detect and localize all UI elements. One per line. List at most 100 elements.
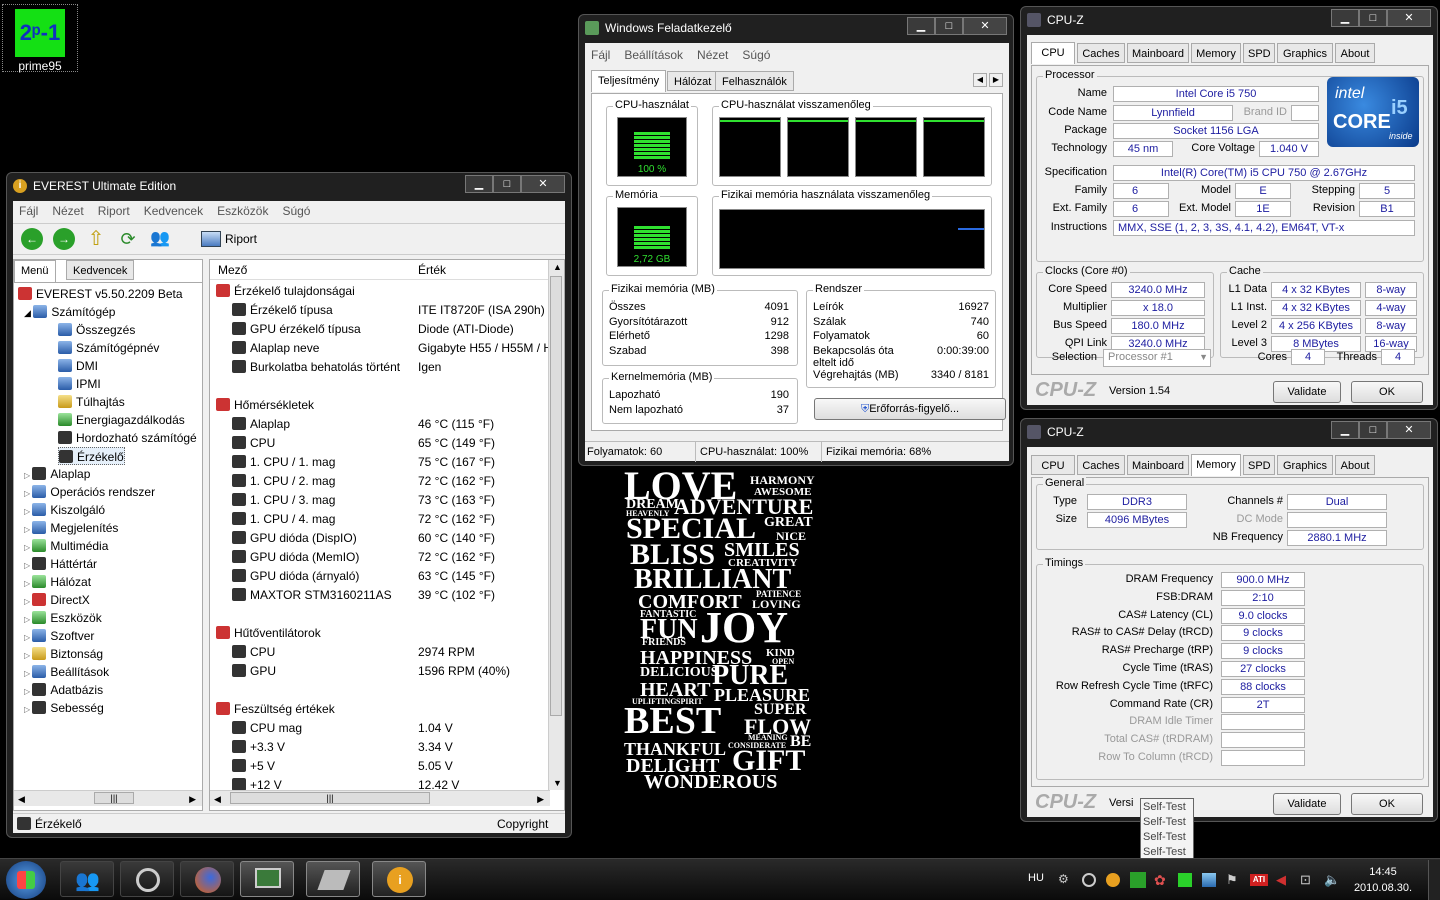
section-header[interactable]: Hűtőventilátorok: [210, 624, 550, 643]
maximize-button[interactable]: □: [493, 175, 521, 193]
tree-item-adatbazis[interactable]: ▷ Adatbázis: [24, 681, 103, 699]
maximize-button[interactable]: □: [1359, 421, 1387, 439]
tray-ati-icon[interactable]: ATI: [1250, 874, 1268, 886]
tray-everest-icon[interactable]: [1106, 873, 1120, 887]
ok-button[interactable]: OK: [1351, 381, 1423, 403]
cpuz1-titlebar[interactable]: CPU-Z ▁ □ ✕: [1021, 7, 1437, 33]
tab-favorites[interactable]: Kedvencek: [66, 260, 135, 280]
expand-icon[interactable]: ▷: [24, 543, 32, 552]
expand-icon[interactable]: ▷: [24, 489, 32, 498]
menu-report[interactable]: Riport: [98, 201, 130, 221]
minimize-button[interactable]: ▁: [1331, 421, 1359, 439]
table-row[interactable]: Érzékelő típusa ITE IT8720F (ISA 290h): [210, 301, 550, 320]
close-button[interactable]: ✕: [963, 17, 1007, 35]
tray-gear-icon[interactable]: ✿: [1154, 872, 1166, 889]
tree-item-beallitasok[interactable]: ▷ Beállítások: [24, 663, 109, 681]
table-row[interactable]: CPU 65 °C (149 °F): [210, 434, 550, 453]
tab-about[interactable]: About: [1335, 455, 1375, 475]
tree-item-energiagazdalkodas[interactable]: Energiagazdálkodás: [58, 411, 185, 429]
table-row[interactable]: MAXTOR STM3160211AS 39 °C (102 °F): [210, 586, 550, 605]
left-hscrollbar[interactable]: ◀ ||| ▶: [14, 790, 202, 806]
maximize-button[interactable]: □: [935, 17, 963, 35]
col-value[interactable]: Érték: [418, 260, 446, 280]
desktop-icon-prime95[interactable]: 2ᵖ-1 prime95: [2, 4, 78, 73]
tab-graphics[interactable]: Graphics: [1277, 43, 1333, 63]
expand-icon[interactable]: ▷: [24, 669, 32, 678]
show-desktop-button[interactable]: [1428, 860, 1440, 900]
tree-item-operacios-rendszer[interactable]: ▷ Operációs rendszer: [24, 483, 155, 501]
tab-performance[interactable]: Teljesítmény: [591, 70, 667, 92]
table-row[interactable]: 1. CPU / 1. mag 75 °C (167 °F): [210, 453, 550, 472]
right-vscrollbar[interactable]: ▲ ▼: [548, 260, 564, 790]
tab-caches[interactable]: Caches: [1077, 455, 1125, 475]
selection-dropdown[interactable]: Processor #1 ▼: [1103, 349, 1211, 367]
tab-mainboard[interactable]: Mainboard: [1127, 43, 1189, 63]
minimize-button[interactable]: ▁: [1331, 9, 1359, 27]
taskbar-btn-taskmgr[interactable]: [240, 861, 294, 897]
tab-caches[interactable]: Caches: [1077, 43, 1125, 63]
tree-item-szoftver[interactable]: ▷ Szoftver: [24, 627, 94, 645]
tab-menu[interactable]: Menü: [14, 260, 56, 282]
menu-view[interactable]: Nézet: [52, 201, 83, 221]
refresh-icon[interactable]: ⟳: [117, 228, 139, 250]
tree-item-kiszolgalo[interactable]: ▷ Kiszolgáló: [24, 501, 105, 519]
tree-item-megjelenites[interactable]: ▷ Megjelenítés: [24, 519, 118, 537]
tree-item-multimedia[interactable]: ▷ Multimédia: [24, 537, 108, 555]
table-row[interactable]: CPU 2974 RPM: [210, 643, 550, 662]
menu-help[interactable]: Súgó: [282, 201, 310, 221]
minimize-button[interactable]: ▁: [465, 175, 493, 193]
expand-icon[interactable]: ▷: [24, 525, 32, 534]
expand-icon[interactable]: ▷: [24, 705, 32, 714]
tray-flag-icon[interactable]: ⚑: [1226, 872, 1238, 888]
table-row[interactable]: 1. CPU / 4. mag 72 °C (162 °F): [210, 510, 550, 529]
tab-scroll-left[interactable]: ◀: [973, 73, 987, 87]
tree-item-osszegzes[interactable]: Összegzés: [58, 321, 135, 339]
clock[interactable]: 14:45 2010.08.30.: [1350, 864, 1416, 896]
taskbar-btn-firefox[interactable]: [180, 861, 234, 897]
expand-icon[interactable]: ▷: [24, 651, 32, 660]
tree-item-biztonsag[interactable]: ▷ Biztonság: [24, 645, 103, 663]
tray-network-icon[interactable]: [1202, 873, 1216, 887]
tree-item-ipmi[interactable]: IPMI: [58, 375, 101, 393]
table-row[interactable]: +3.3 V 3.34 V: [210, 738, 550, 757]
expand-icon[interactable]: ▷: [24, 633, 32, 642]
tab-spd[interactable]: SPD: [1243, 455, 1275, 475]
tree-item-hordozhato-szamitoge[interactable]: Hordozható számítógé: [58, 429, 197, 447]
tab-scroll-right[interactable]: ▶: [989, 73, 1003, 87]
tree-computer[interactable]: ◢ Számítógép: [24, 303, 115, 321]
everest-titlebar[interactable]: i EVEREST Ultimate Edition ▁ □ ✕: [7, 173, 571, 199]
expand-icon[interactable]: ▷: [24, 615, 32, 624]
minimize-button[interactable]: ▁: [907, 17, 935, 35]
tab-graphics[interactable]: Graphics: [1277, 455, 1333, 475]
tree-item-sebesseg[interactable]: ▷ Sebesség: [24, 699, 104, 717]
tree-item-halozat[interactable]: ▷ Hálózat: [24, 573, 91, 591]
tree-item-eszkozok[interactable]: ▷ Eszközök: [24, 609, 102, 627]
expand-icon[interactable]: ▷: [24, 687, 32, 696]
tree-item-erzekelo[interactable]: Érzékelő: [58, 447, 125, 465]
forward-icon[interactable]: →: [53, 228, 75, 250]
menu-help[interactable]: Súgó: [742, 45, 770, 65]
cpuz2-titlebar[interactable]: CPU-Z ▁ □ ✕: [1021, 419, 1437, 445]
right-hscrollbar[interactable]: ◀ ||| ▶: [210, 790, 550, 806]
ok-button[interactable]: OK: [1351, 793, 1423, 815]
back-icon[interactable]: ←: [21, 228, 43, 250]
tray-green-icon[interactable]: [1178, 873, 1192, 887]
close-button[interactable]: ✕: [1387, 9, 1431, 27]
table-row[interactable]: GPU 1596 RPM (40%): [210, 662, 550, 681]
start-button[interactable]: [6, 861, 46, 899]
tab-network[interactable]: Hálózat: [667, 71, 719, 91]
table-row[interactable]: CPU mag 1.04 V: [210, 719, 550, 738]
tab-cpu[interactable]: CPU: [1031, 42, 1075, 64]
expand-icon[interactable]: ▷: [24, 579, 32, 588]
tab-about[interactable]: About: [1335, 43, 1375, 63]
menu-view[interactable]: Nézet: [697, 45, 728, 65]
section-header[interactable]: Érzékelő tulajdonságai: [210, 282, 550, 301]
validate-button[interactable]: Validate: [1273, 793, 1341, 815]
expand-icon[interactable]: ▷: [24, 507, 32, 516]
tray-volume-icon[interactable]: 🔈: [1324, 872, 1340, 888]
table-row[interactable]: GPU dióda (MemIO) 72 °C (162 °F): [210, 548, 550, 567]
table-row[interactable]: GPU dióda (árnyaló) 63 °C (145 °F): [210, 567, 550, 586]
tab-cpu[interactable]: CPU: [1031, 455, 1075, 475]
tree-item-tulhajtas[interactable]: Túlhajtás: [58, 393, 125, 411]
menu-options[interactable]: Beállítások: [624, 45, 683, 65]
